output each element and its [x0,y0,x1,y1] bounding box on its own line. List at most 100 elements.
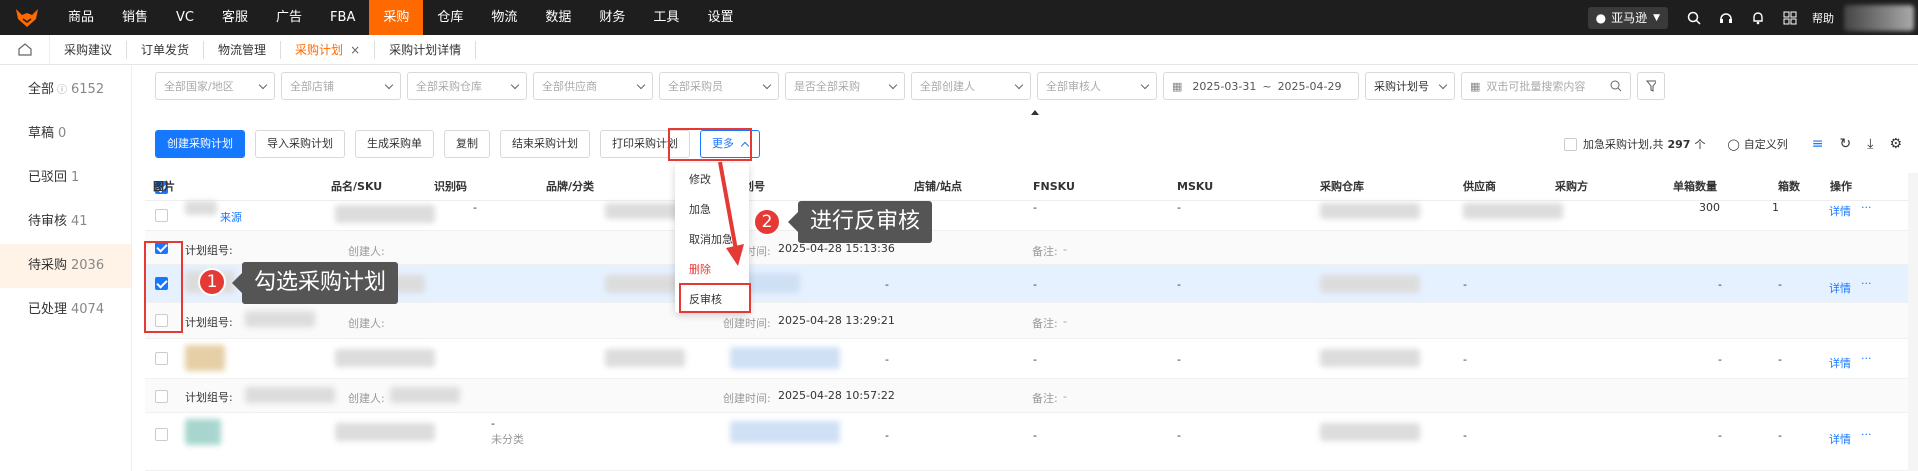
finish-plan-button[interactable]: 结束采购计划 [500,130,590,158]
nav-item-5[interactable]: FBA [316,0,369,35]
tab-label: 物流管理 [218,42,267,57]
settings-icon[interactable]: ⚙ [1889,136,1902,152]
msku-value: - [1177,429,1181,442]
store-filter[interactable]: 全部店铺 [281,72,401,100]
supplier-filter[interactable]: 全部供应商 [533,72,653,100]
nav-item-11[interactable]: 工具 [639,0,693,35]
nav-item-10[interactable]: 财务 [585,0,639,35]
date-range-picker[interactable]: ▦ 2025-03-31 ~ 2025-04-29 [1163,72,1359,100]
country-filter[interactable]: 全部国家/地区 [155,72,275,100]
detail-link[interactable]: 详情 [1829,431,1851,447]
tab-1[interactable]: 订单发货 [127,40,205,59]
sidebar-item-2[interactable]: 已驳回 1 [0,156,131,200]
row-checkbox[interactable] [155,209,168,222]
advanced-filter-button[interactable] [1637,72,1665,100]
nav-item-4[interactable]: 广告 [262,0,316,35]
bell-icon[interactable] [1748,8,1768,28]
all-purchased-filter[interactable]: 是否全部采购 [785,72,905,100]
remark-value: - [1063,243,1067,256]
fnsku-value: - [1033,429,1037,442]
sidebar-item-label: 已处理 [28,302,68,317]
nav-item-0[interactable]: 商品 [54,0,108,35]
detail-link[interactable]: 详情 [1829,203,1851,219]
creator-filter[interactable]: 全部创建人 [911,72,1031,100]
tab-3[interactable]: 采购计划 × [281,40,376,59]
custom-columns-link[interactable]: 自定义列 [1744,136,1788,152]
sidebar-item-3[interactable]: 待审核 41 [0,200,131,244]
detail-link[interactable]: 详情 [1829,280,1851,296]
supplier-filter-value: 全部供应商 [542,80,597,93]
refresh-icon[interactable]: ↻ [1840,136,1852,152]
vertical-scrollbar[interactable] [1908,173,1918,471]
remark-label: 备注: [1032,245,1058,258]
fox-logo-icon[interactable] [0,0,54,35]
nav-item-6[interactable]: 采购 [369,0,424,35]
tab-0[interactable]: 采购建议 [50,40,128,59]
search-field-select[interactable]: 采购计划号 [1365,72,1455,100]
row-checkbox[interactable] [155,352,168,365]
buyer-filter[interactable]: 全部采购员 [659,72,779,100]
store-value: - [885,278,889,291]
box-count-value: - [1778,429,1782,442]
sidebar-item-4[interactable]: 待采购 2036 [0,244,131,288]
creator-label: 创建人: [348,245,385,258]
download-icon[interactable]: ⤓ [1867,136,1873,152]
group-checkbox[interactable] [155,390,168,403]
nav-item-9[interactable]: 数据 [531,0,585,35]
sidebar-item-label: 待审核 [28,214,68,229]
generate-po-button[interactable]: 生成采购单 [355,130,434,158]
more-actions-icon[interactable]: ··· [1861,201,1872,214]
row-checkbox[interactable] [155,428,168,441]
home-icon[interactable] [0,34,50,65]
user-avatar[interactable] [1844,4,1914,31]
tab-4[interactable]: 采购计划详情 [375,40,477,59]
more-actions-icon[interactable]: ··· [1861,428,1872,441]
search-input[interactable]: ▦ 双击可批量搜索内容 [1461,72,1631,100]
help-circle-icon[interactable]: ⓘ [57,85,67,96]
more-actions-icon[interactable]: ··· [1861,352,1872,365]
plan-number-blurred [730,421,840,443]
sidebar-item-5[interactable]: 已处理 4074 [0,288,131,332]
column-header-2: 识别码 [434,180,467,193]
supplier-value: - [1463,429,1467,442]
list-density-icon[interactable]: ≡ [1812,136,1824,152]
box-count-value: - [1778,353,1782,366]
group-number-blurred [245,387,335,403]
remark-value: - [1063,315,1067,328]
chevron-down-icon [1014,80,1024,89]
nav-item-3[interactable]: 客服 [208,0,262,35]
brand-value: - [491,417,495,430]
nav-item-8[interactable]: 物流 [477,0,531,35]
search-icon[interactable] [1684,8,1704,28]
create-plan-button[interactable]: 创建采购计划 [155,130,245,158]
sidebar-item-1[interactable]: 草稿 0 [0,112,131,156]
sidebar-item-0[interactable]: 全部 ⓘ 6152 [0,68,131,112]
help-link[interactable]: 帮助 [1812,10,1834,26]
custom-columns-icon[interactable]: ◯ [1727,138,1739,151]
urgent-count: 297 [1667,137,1691,151]
supplier-value: - [1463,353,1467,366]
more-actions-icon[interactable]: ··· [1861,277,1872,290]
warehouse-filter[interactable]: 全部采购仓库 [407,72,527,100]
chevron-down-icon [384,80,394,89]
tab-2[interactable]: 物流管理 [204,40,282,59]
detail-link[interactable]: 详情 [1829,355,1851,371]
nav-item-2[interactable]: VC [162,0,208,35]
close-tab-icon[interactable]: × [350,41,360,59]
store-select[interactable]: ● 亚马逊 ▼ [1587,6,1668,29]
reviewer-filter[interactable]: 全部审核人 [1037,72,1157,100]
nav-item-12[interactable]: 设置 [693,0,747,35]
nav-item-7[interactable]: 仓库 [423,0,477,35]
step-1-badge: 1 [198,268,226,296]
source-link[interactable]: 来源 [220,209,242,225]
page-tab-bar: 采购建议 订单发货 物流管理 采购计划 × 采购计划详情 [0,34,1918,65]
headset-icon[interactable] [1716,8,1736,28]
collapse-caret-icon[interactable] [1031,110,1039,115]
country-filter-value: 全部国家/地区 [164,80,234,93]
urgent-filter-checkbox[interactable] [1563,137,1577,151]
copy-button[interactable]: 复制 [444,130,490,158]
nav-item-1[interactable]: 销售 [108,0,162,35]
apps-grid-icon[interactable] [1780,8,1800,28]
import-plan-button[interactable]: 导入采购计划 [255,130,345,158]
search-icon[interactable] [1610,80,1622,92]
